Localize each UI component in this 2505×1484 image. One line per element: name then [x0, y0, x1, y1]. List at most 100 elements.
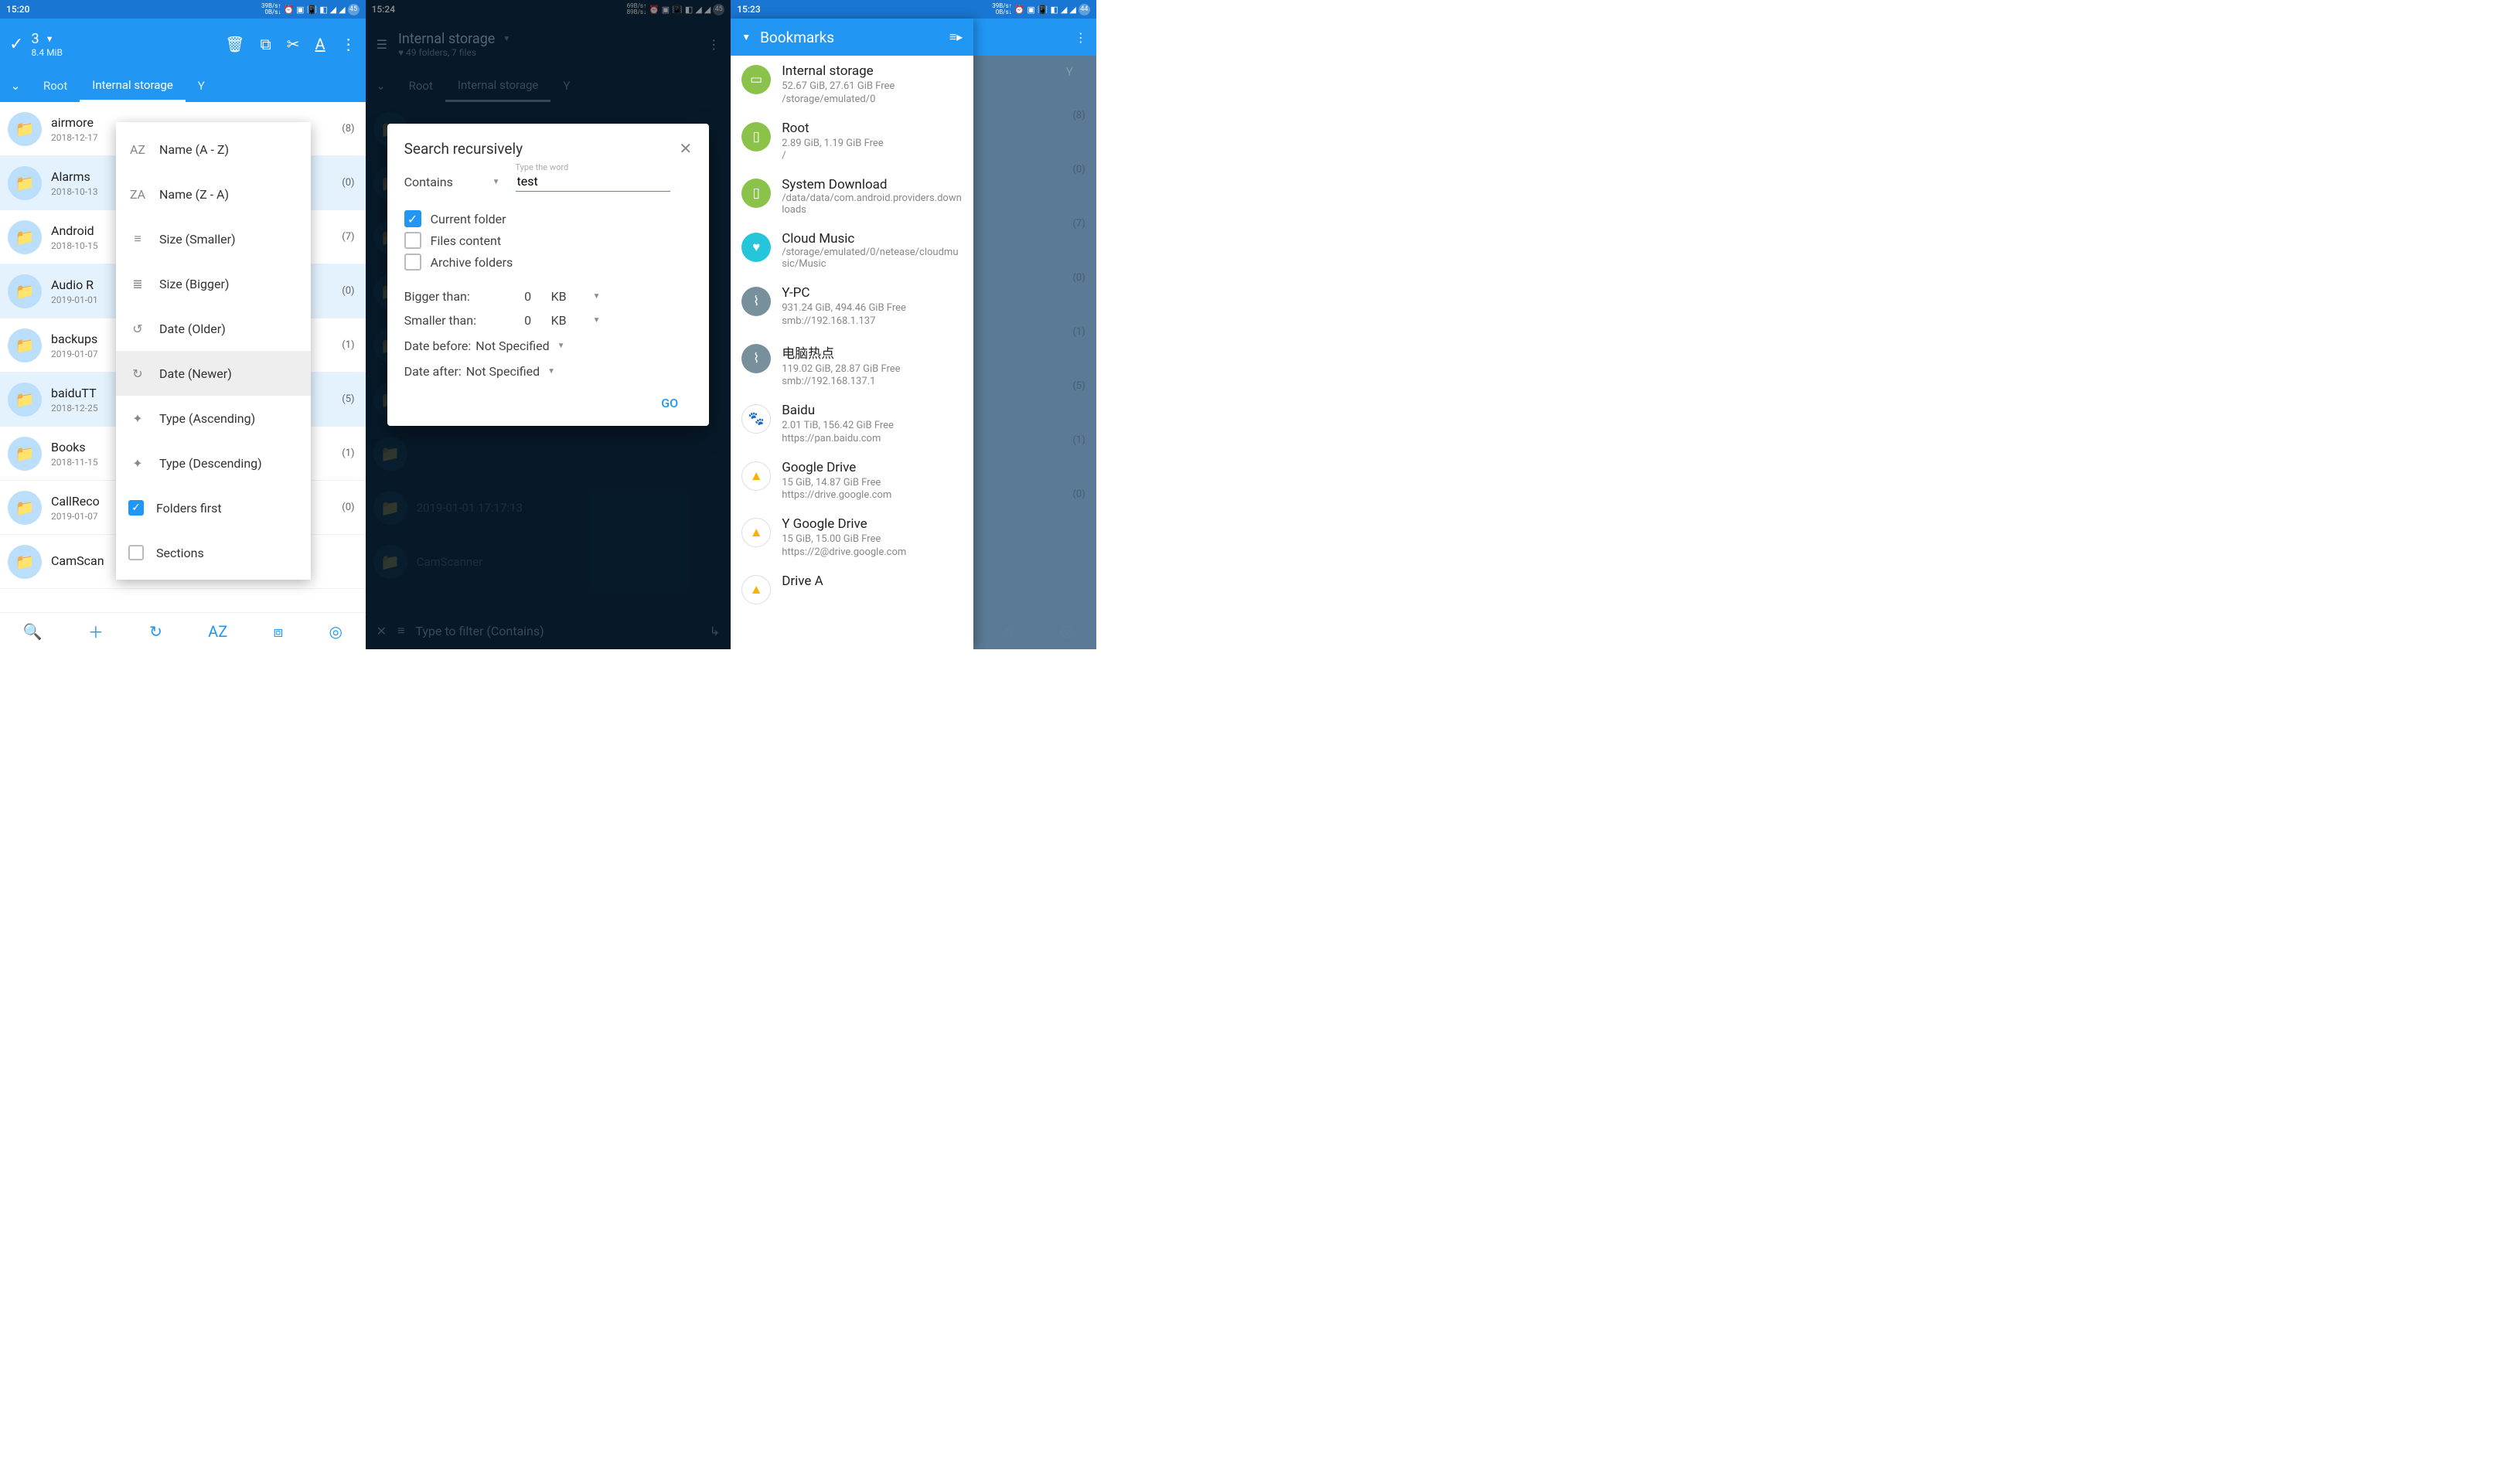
- bookmark-size: 2.89 GiB, 1.19 GiB Free: [782, 137, 963, 151]
- network-icon[interactable]: ◎: [1060, 621, 1073, 640]
- overflow-icon[interactable]: ⋮: [341, 35, 356, 53]
- checkbox-icon: [404, 232, 421, 249]
- status-bar: 15:20 39B/s↑0B/s↓ ⏰ ▣ 📳 ◧ ◢ ◢ 45: [0, 0, 366, 19]
- delete-icon[interactable]: 🗑: [225, 35, 244, 53]
- network-icon[interactable]: ◎: [329, 622, 342, 641]
- net-speed: 39B/s↑0B/s↓: [992, 3, 1011, 15]
- tab-y[interactable]: Y: [186, 70, 217, 102]
- bookmark-name: Drive A: [782, 574, 963, 589]
- selection-toolbar: ✓ 3 ▼ 8.4 MiB 🗑 ⧉ ✂ A ⋮: [0, 19, 366, 70]
- status-bar: 15:23 39B/s↑0B/s↓ ⏰ ▣ 📳 ◧ ◢ ◢ 44: [731, 0, 1096, 19]
- checkbox-icon: ✓: [404, 210, 421, 227]
- bookmark-item[interactable]: ⌇Y-PC931.24 GiB, 494.46 GiB Freesmb://19…: [731, 277, 973, 335]
- close-icon[interactable]: ✕: [679, 139, 692, 158]
- cb-files-content[interactable]: Files content: [404, 232, 693, 249]
- confirm-icon[interactable]: ✓: [9, 35, 23, 54]
- select-icon[interactable]: ⧈: [1004, 621, 1014, 640]
- bookmark-name: 电脑热点: [782, 342, 963, 362]
- bookmark-item[interactable]: ⌇电脑热点119.02 GiB, 28.87 GiB Freesmb://192…: [731, 335, 973, 396]
- tab-internal[interactable]: Internal storage: [80, 70, 186, 102]
- add-icon[interactable]: ＋: [88, 620, 104, 642]
- dropdown-icon[interactable]: ▼: [46, 34, 54, 44]
- sort-icon[interactable]: ≡▸: [949, 29, 963, 45]
- go-button[interactable]: GO: [647, 390, 692, 417]
- date-before-value[interactable]: Not Specified: [475, 339, 549, 353]
- sort-folders-first[interactable]: ✓Folders first: [116, 485, 311, 530]
- sort-date-older[interactable]: ↺Date (Older): [116, 306, 311, 351]
- date-after-value[interactable]: Not Specified: [466, 364, 540, 379]
- file-count: (0): [342, 177, 354, 189]
- bigger-unit[interactable]: KB: [551, 289, 590, 304]
- select-icon[interactable]: ⧈: [273, 622, 283, 641]
- bigger-value[interactable]: 0: [505, 289, 551, 304]
- status-time: 15:20: [6, 4, 29, 15]
- overflow-icon[interactable]: ⋮: [1075, 30, 1087, 45]
- cut-icon[interactable]: ✂: [287, 35, 300, 53]
- bookmark-item[interactable]: ▲Y Google Drive15 GiB, 15.00 GiB Freehtt…: [731, 509, 973, 566]
- bookmarks-drawer: ▼ Bookmarks ≡▸ ▭Internal storage52.67 Gi…: [731, 19, 973, 649]
- screen-sort: 15:20 39B/s↑0B/s↓ ⏰ ▣ 📳 ◧ ◢ ◢ 45 ✓ 3 ▼ 8…: [0, 0, 366, 649]
- net-speed: 39B/s↑0B/s↓: [261, 3, 281, 15]
- sort-date-newer[interactable]: ↻Date (Newer): [116, 351, 311, 396]
- sort-name-az[interactable]: AZName (A - Z): [116, 127, 311, 172]
- bigger-label: Bigger than:: [404, 289, 505, 304]
- sort-type-desc[interactable]: ✦Type (Descending): [116, 441, 311, 485]
- file-count: (1): [1072, 326, 1085, 338]
- extension-icon: ✦: [128, 411, 147, 426]
- bookmark-icon: 🐾: [741, 404, 771, 434]
- bookmark-size: 2.01 TiB, 156.42 GiB Free: [782, 419, 963, 433]
- sort-icon[interactable]: AZ: [208, 622, 227, 641]
- cb-archive-folders[interactable]: Archive folders: [404, 254, 693, 271]
- tab-root[interactable]: Root: [31, 70, 80, 102]
- bookmark-icon: ▭: [741, 65, 771, 94]
- dialog-title: Search recursively: [404, 140, 523, 158]
- bookmark-size: 119.02 GiB, 28.87 GiB Free: [782, 362, 963, 376]
- bookmark-size: 15 GiB, 15.00 GiB Free: [782, 533, 963, 546]
- dropdown-icon[interactable]: ▼: [492, 178, 500, 186]
- checkbox-icon: [404, 254, 421, 271]
- bookmark-item[interactable]: ▯System Download/data/data/com.android.p…: [731, 169, 973, 223]
- tab-y[interactable]: Y: [1043, 65, 1096, 79]
- bookmark-icon: ▲: [741, 575, 771, 604]
- rename-icon[interactable]: A: [315, 35, 325, 53]
- alarm-icon: ⏰: [1014, 5, 1025, 15]
- battery-badge: 45: [348, 4, 360, 15]
- smaller-label: Smaller than:: [404, 313, 505, 328]
- battery-badge: 44: [1079, 4, 1090, 15]
- sort-sections[interactable]: Sections: [116, 530, 311, 575]
- bookmark-item[interactable]: ▲Google Drive15 GiB, 14.87 GiB Freehttps…: [731, 452, 973, 509]
- bookmark-item[interactable]: ▯Root2.89 GiB, 1.19 GiB Free/: [731, 113, 973, 170]
- expand-icon[interactable]: ⌄: [0, 79, 31, 93]
- file-count: (8): [342, 123, 354, 134]
- folder-icon: 📁: [8, 491, 42, 525]
- signal-icon: ◢: [1069, 5, 1075, 15]
- sort-menu: AZName (A - Z) ZAName (Z - A) ≡Size (Sma…: [116, 122, 311, 580]
- status-time: 15:23: [737, 4, 760, 15]
- alarm-icon: ⏰: [283, 5, 294, 15]
- extension-icon: ✦: [128, 456, 147, 471]
- bookmark-name: Root: [782, 121, 963, 136]
- checkbox-icon: ✓: [128, 500, 144, 516]
- cb-current-folder[interactable]: ✓Current folder: [404, 210, 693, 227]
- smaller-value[interactable]: 0: [505, 313, 551, 328]
- contains-input[interactable]: [516, 172, 670, 192]
- sort-name-za[interactable]: ZAName (Z - A): [116, 172, 311, 216]
- bookmark-item[interactable]: ▲ Drive A: [731, 566, 973, 612]
- bookmark-item[interactable]: ♥Cloud Music/storage/emulated/0/netease/…: [731, 223, 973, 277]
- bookmark-icon: ♥: [741, 233, 771, 262]
- sort-type-asc[interactable]: ✦Type (Ascending): [116, 396, 311, 441]
- copy-icon[interactable]: ⧉: [261, 35, 271, 53]
- signal-icon: ◢: [1061, 5, 1067, 15]
- smaller-unit[interactable]: KB: [551, 313, 590, 328]
- file-count: (0): [1072, 272, 1085, 284]
- collapse-icon[interactable]: ▼: [741, 32, 751, 43]
- folder-icon: 📁: [8, 220, 42, 254]
- bookmark-item[interactable]: 🐾Baidu2.01 TiB, 156.42 GiB Freehttps://p…: [731, 395, 973, 452]
- file-count: (7): [342, 231, 354, 243]
- refresh-icon[interactable]: ↻: [149, 622, 162, 641]
- search-icon[interactable]: 🔍: [23, 622, 43, 641]
- file-count: (8): [1072, 110, 1085, 121]
- sort-size-smaller[interactable]: ≡Size (Smaller): [116, 216, 311, 261]
- sort-size-bigger[interactable]: ≣Size (Bigger): [116, 261, 311, 306]
- bookmark-item[interactable]: ▭Internal storage52.67 GiB, 27.61 GiB Fr…: [731, 56, 973, 113]
